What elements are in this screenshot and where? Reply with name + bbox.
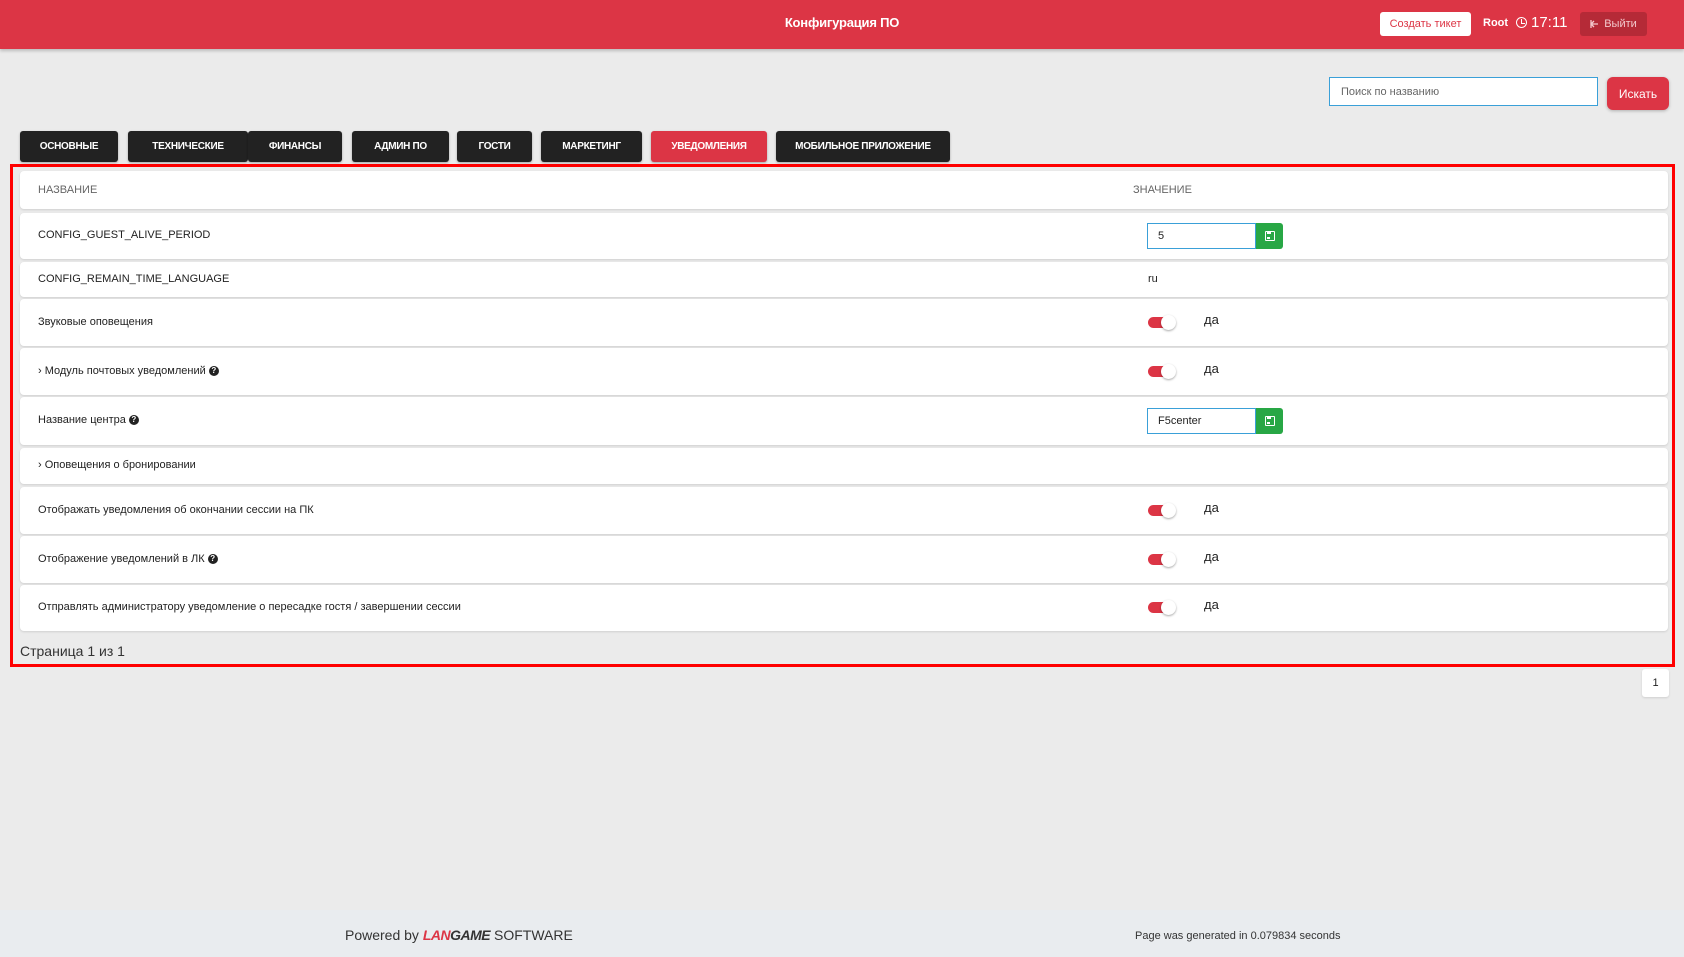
create-ticket-button[interactable]: Создать тикет [1380, 12, 1471, 36]
setting-name-label: Звуковые оповещения [38, 316, 153, 328]
save-icon [1264, 231, 1275, 241]
footer [0, 910, 1684, 957]
setting-name-label: Название центра [38, 414, 126, 426]
help-icon[interactable]: ? [128, 415, 139, 425]
table-row: Звуковые оповещения да [20, 299, 1668, 346]
tab-1[interactable]: ОСНОВНЫЕ [20, 131, 118, 162]
search-button[interactable]: Искать [1607, 77, 1669, 110]
setting-name-label: › Модуль почтовых уведомлений [38, 365, 206, 377]
toggle-switch[interactable] [1148, 552, 1176, 567]
logout-icon [1590, 20, 1599, 28]
save-icon [1264, 416, 1275, 426]
setting-name: CONFIG_REMAIN_TIME_LANGUAGE [38, 273, 229, 285]
tab-3[interactable]: ФИНАНСЫ [248, 131, 342, 162]
save-button[interactable] [1256, 223, 1283, 249]
clock-time: 17:11 [1531, 14, 1568, 31]
tab-2[interactable]: ТЕХНИЧЕСКИЕ [128, 131, 248, 162]
tab-6[interactable]: МАРКЕТИНГ [541, 131, 642, 162]
clock: 17:11 [1516, 14, 1567, 31]
tab-5[interactable]: ГОСТИ [457, 131, 532, 162]
table-row: Отправлять администратору уведомление о … [20, 585, 1668, 631]
save-button[interactable] [1256, 408, 1283, 434]
toggle-knob [1161, 552, 1176, 567]
toggle-switch[interactable] [1148, 600, 1176, 615]
powered-by-label: Powered by [345, 927, 419, 943]
setting-name: › Оповещения о бронировании [38, 459, 196, 471]
setting-value: ru [1148, 273, 1158, 285]
table-row: Отображать уведомления об окончании сесс… [20, 487, 1668, 534]
setting-name: Отображать уведомления об окончании сесс… [38, 504, 314, 516]
setting-value-input[interactable]: 5 [1147, 223, 1256, 249]
toggle-knob [1161, 315, 1176, 330]
setting-name-label: Отображать уведомления об окончании сесс… [38, 504, 314, 516]
brand-game: GAME [450, 927, 491, 943]
toggle-label: да [1204, 312, 1219, 327]
tab-8[interactable]: МОБИЛЬНОЕ ПРИЛОЖЕНИЕ [776, 131, 950, 162]
toggle-label: да [1204, 500, 1219, 515]
column-value-header: ЗНАЧЕНИЕ [1133, 184, 1192, 196]
top-bar: Конфигурация ПО Создать тикет Root 17:11… [0, 0, 1684, 49]
setting-name: Название центра? [38, 414, 139, 426]
table-row: CONFIG_GUEST_ALIVE_PERIOD 5 [20, 213, 1668, 259]
toggle-switch[interactable] [1148, 364, 1176, 379]
search-input[interactable] [1329, 77, 1598, 106]
setting-name-label: CONFIG_GUEST_ALIVE_PERIOD [38, 229, 211, 241]
setting-name: Звуковые оповещения [38, 316, 153, 328]
toggle-switch[interactable] [1148, 503, 1176, 518]
brand-lan: LAN [422, 927, 451, 943]
toggle-label: да [1204, 597, 1219, 612]
tab-7[interactable]: УВЕДОМЛЕНИЯ [651, 131, 767, 162]
toggle-knob [1161, 600, 1176, 615]
table-row[interactable]: › Модуль почтовых уведомлений? да [20, 348, 1668, 395]
setting-value-input[interactable]: F5center [1147, 408, 1256, 434]
setting-name-label: Отображение уведомлений в ЛК [38, 553, 205, 565]
toggle-label: да [1204, 361, 1219, 376]
user-name[interactable]: Root [1483, 17, 1508, 29]
setting-name: Отправлять администратору уведомление о … [38, 601, 461, 613]
setting-name: › Модуль почтовых уведомлений? [38, 365, 219, 377]
table-header: НАЗВАНИЕ ЗНАЧЕНИЕ [20, 171, 1668, 209]
table-row: CONFIG_REMAIN_TIME_LANGUAGE ru [20, 262, 1668, 297]
page-button-1[interactable]: 1 [1642, 669, 1669, 697]
setting-name: CONFIG_GUEST_ALIVE_PERIOD [38, 229, 210, 241]
pagination-summary: Страница 1 из 1 [20, 643, 125, 659]
clock-icon [1516, 17, 1527, 28]
powered-by: Powered by LANGAME SOFTWARE [345, 927, 573, 943]
generation-time: Page was generated in 0.079834 seconds [1135, 930, 1341, 942]
setting-name-label: › Оповещения о бронировании [38, 459, 196, 471]
column-name-header: НАЗВАНИЕ [38, 184, 98, 196]
table-row: Отображение уведомлений в ЛК? да [20, 536, 1668, 583]
toggle-switch[interactable] [1148, 315, 1176, 330]
setting-name: Отображение уведомлений в ЛК? [38, 553, 218, 565]
help-icon[interactable]: ? [208, 366, 219, 376]
logout-label: Выйти [1604, 18, 1637, 30]
help-icon[interactable]: ? [207, 554, 218, 564]
tab-4[interactable]: АДМИН ПО [352, 131, 449, 162]
brand-software: SOFTWARE [494, 927, 573, 943]
logout-button[interactable]: Выйти [1580, 12, 1647, 36]
toggle-knob [1161, 364, 1176, 379]
table-row: Название центра? F5center [20, 397, 1668, 445]
table-row[interactable]: › Оповещения о бронировании [20, 448, 1668, 484]
toggle-knob [1161, 503, 1176, 518]
setting-name-label: CONFIG_REMAIN_TIME_LANGUAGE [38, 273, 230, 285]
setting-name-label: Отправлять администратору уведомление о … [38, 601, 461, 613]
toggle-label: да [1204, 549, 1219, 564]
